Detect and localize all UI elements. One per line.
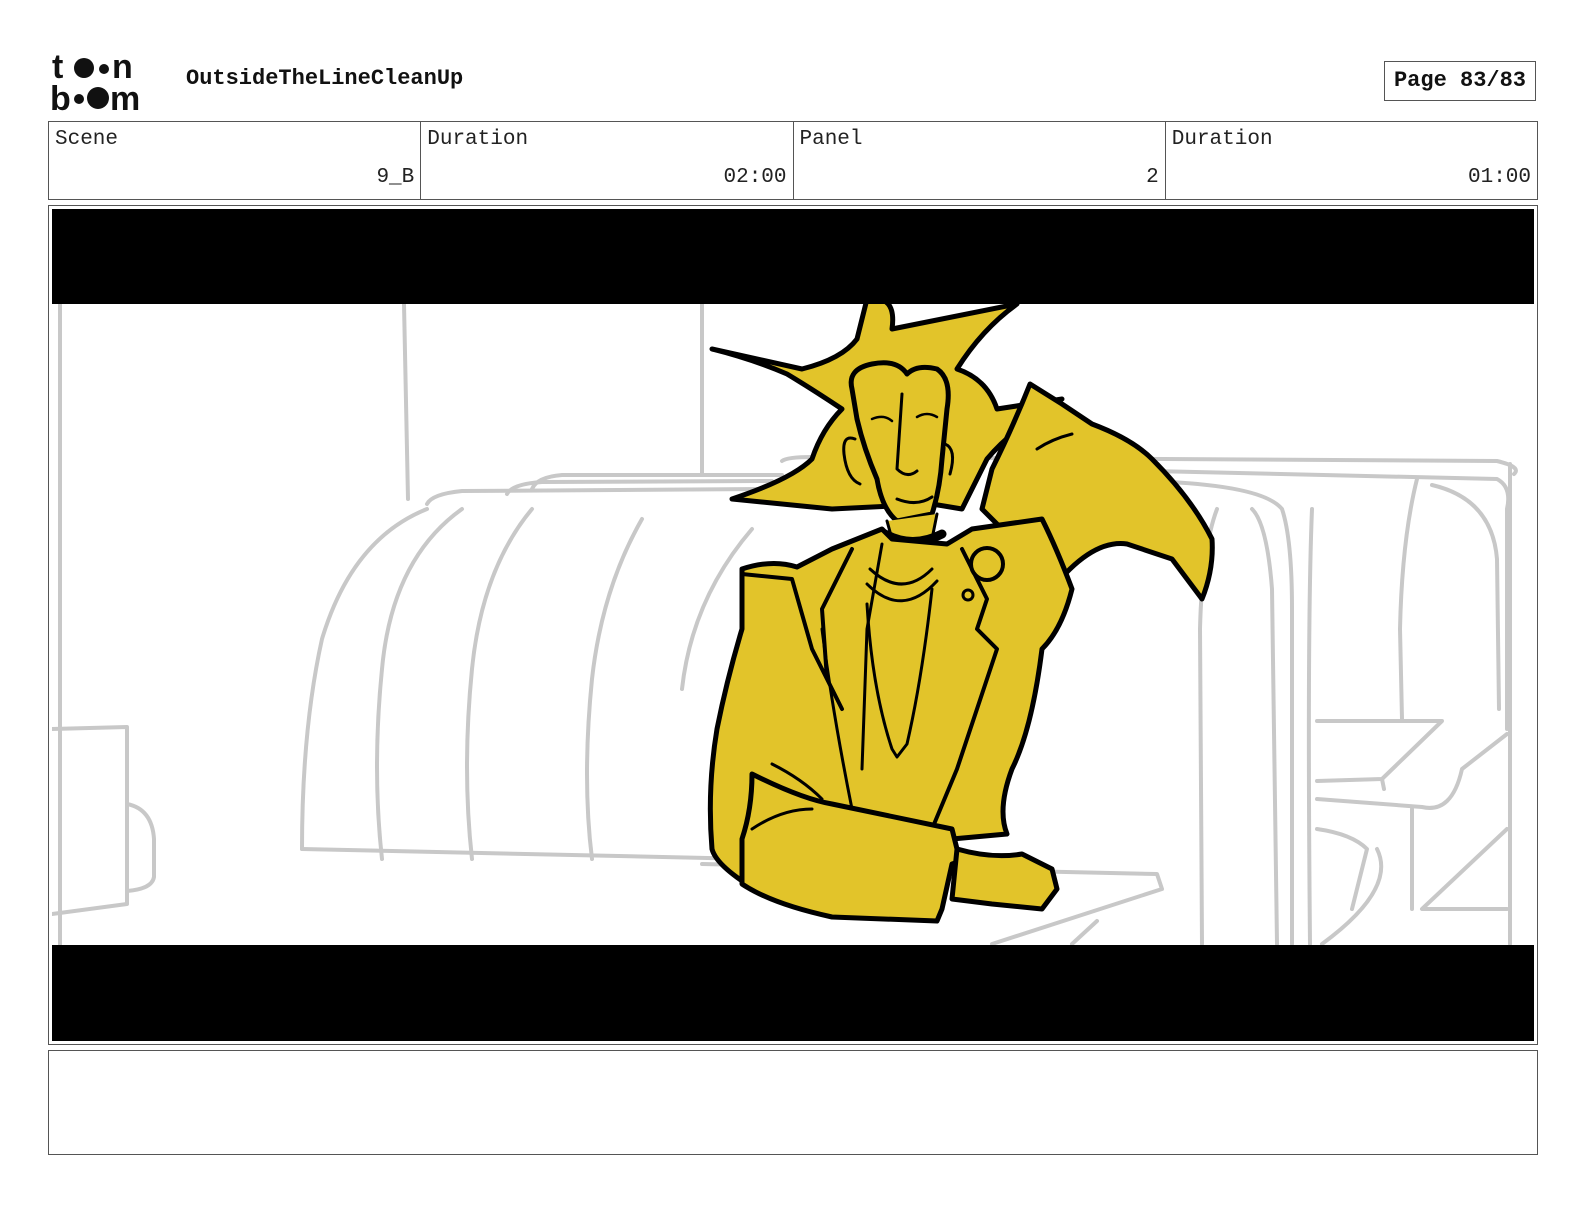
scene-duration-value: 02:00 (723, 166, 787, 189)
panel-label: Panel (799, 128, 863, 151)
panel-duration-label: Duration (1171, 128, 1273, 151)
panel-caption-box (48, 1050, 1538, 1155)
scene-duration-label: Duration (427, 128, 529, 151)
scene-label: Scene (55, 128, 119, 151)
storyboard-panel-image (52, 209, 1534, 1041)
scene-value: 9_B (376, 166, 415, 189)
panel-cell: Panel 2 (794, 122, 1166, 199)
panel-duration-value: 01:00 (1467, 166, 1531, 189)
panel-value: 2 (1146, 166, 1159, 189)
letterbox-bottom (52, 945, 1534, 1041)
svg-text:m: m (110, 80, 140, 114)
letterbox-top (52, 209, 1534, 304)
scene-info-table: Scene 9_B Duration 02:00 Panel 2 Duratio… (48, 121, 1538, 200)
scene-duration-cell: Duration 02:00 (421, 122, 794, 199)
panel-duration-cell: Duration 01:00 (1166, 122, 1537, 199)
page-indicator: Page 83/83 (1384, 61, 1536, 101)
project-title: OutsideTheLineCleanUp (186, 66, 464, 91)
toon-boom-logo: t n b m (50, 50, 140, 114)
scene-cell: Scene 9_B (49, 122, 422, 199)
svg-text:b: b (50, 80, 71, 114)
